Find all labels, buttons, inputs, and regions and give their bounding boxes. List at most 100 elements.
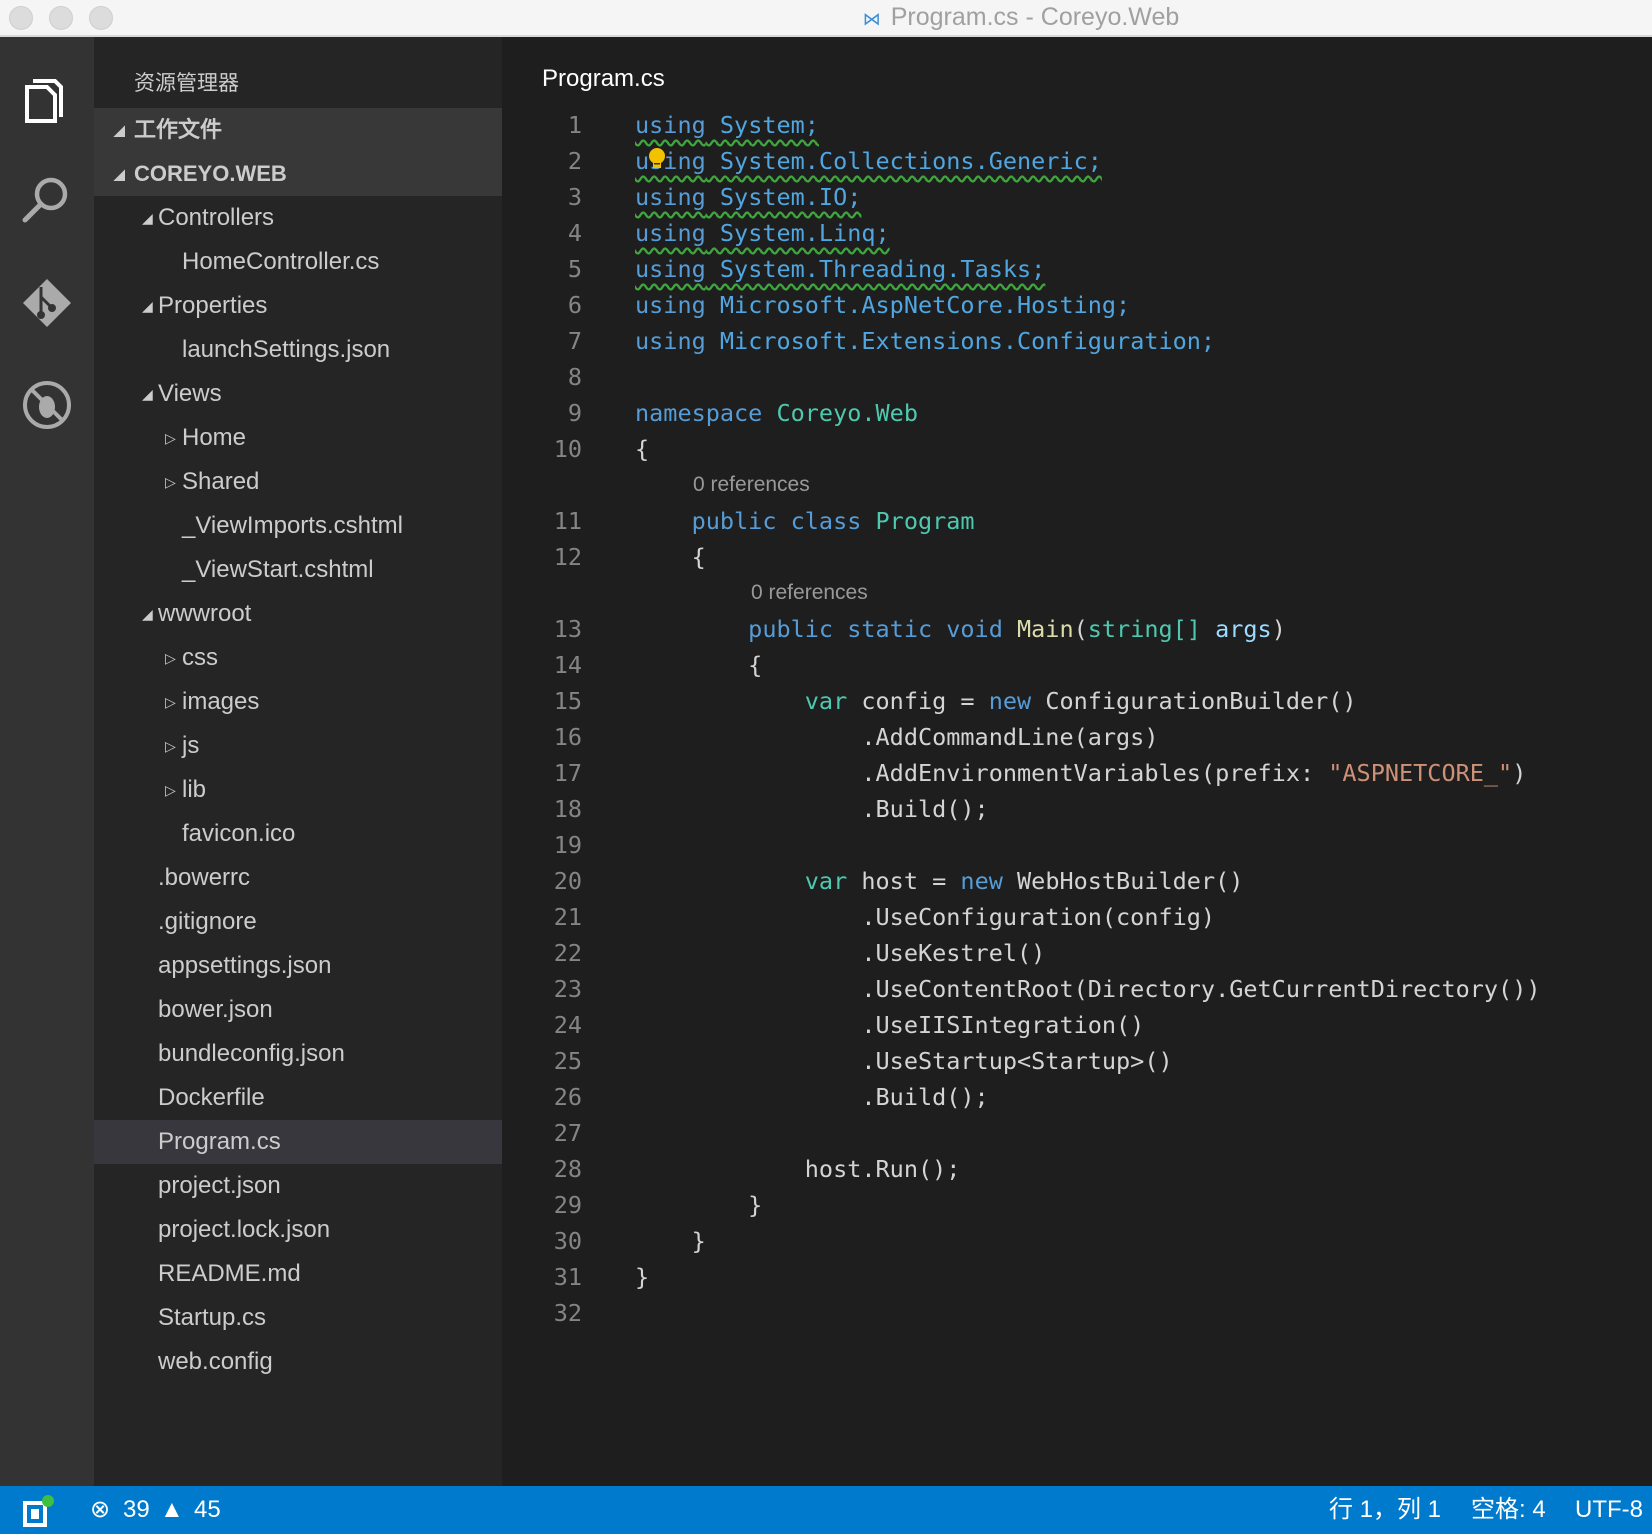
tree-item-label: Properties (158, 292, 268, 319)
git-icon[interactable] (17, 273, 77, 333)
code-line[interactable]: 7 using Microsoft.Extensions.Configuratio… (502, 323, 1652, 359)
chevron-down-icon[interactable]: ◢ (114, 108, 125, 152)
tree-item[interactable]: launchSettings.json (94, 328, 502, 372)
tree-item[interactable]: project.json (94, 1164, 502, 1208)
code-text: } (635, 1223, 706, 1259)
chevron-down-icon[interactable]: ◢ (142, 284, 153, 328)
tree-item[interactable]: bundleconfig.json (94, 1032, 502, 1076)
debug-icon[interactable] (17, 375, 77, 435)
tree-item[interactable]: appsettings.json (94, 944, 502, 988)
tree-item[interactable]: web.config (94, 1340, 502, 1384)
tree-item[interactable]: ◢ wwwroot (94, 592, 502, 636)
tree-item-label: _ViewStart.cshtml (182, 556, 374, 583)
tree-item[interactable]: Program.cs (94, 1120, 502, 1164)
tree-item[interactable]: ◢ COREYO.WEB (94, 152, 502, 196)
code-lens-references[interactable]: 0 references (751, 575, 868, 611)
tree-item[interactable]: ◢ Properties (94, 284, 502, 328)
code-lens-references[interactable]: 0 references (693, 467, 810, 503)
code-line[interactable]: 11 public class Program (502, 503, 1652, 539)
code-line[interactable]: 22 .UseKestrel() (502, 935, 1652, 971)
tree-item[interactable]: ▷ css (94, 636, 502, 680)
code-line[interactable]: 24 .UseIISIntegration() (502, 1007, 1652, 1043)
lightbulb-icon[interactable] (648, 147, 666, 171)
tree-item[interactable]: .bowerrc (94, 856, 502, 900)
code-text: } (635, 1259, 649, 1295)
chevron-right-icon[interactable]: ▷ (165, 460, 176, 504)
tree-item[interactable]: ▷ images (94, 680, 502, 724)
code-line[interactable]: 19 (502, 827, 1652, 863)
chevron-right-icon[interactable]: ▷ (165, 768, 176, 812)
code-line[interactable]: 21 .UseConfiguration(config) (502, 899, 1652, 935)
tree-item[interactable]: README.md (94, 1252, 502, 1296)
code-text: using System.Threading.Tasks; (635, 251, 1045, 287)
tree-item[interactable]: project.lock.json (94, 1208, 502, 1252)
chevron-down-icon[interactable]: ◢ (142, 196, 153, 240)
tree-item[interactable]: ◢ 工作文件 (94, 108, 502, 152)
code-line[interactable]: 9 namespace Coreyo.Web (502, 395, 1652, 431)
warning-icon[interactable]: ▲ (160, 1486, 184, 1534)
code-line[interactable]: 14 { (502, 647, 1652, 683)
tree-item[interactable]: ▷ Shared (94, 460, 502, 504)
editor[interactable]: Program.cs 1 using System; 2 using System.C… (502, 37, 1652, 1486)
tree-item[interactable]: HomeController.cs (94, 240, 502, 284)
warning-count[interactable]: 45 (194, 1486, 221, 1534)
tree-item[interactable]: ◢ Views (94, 372, 502, 416)
code-line[interactable]: 15 var config = new ConfigurationBuilder… (502, 683, 1652, 719)
search-icon[interactable] (17, 170, 77, 230)
tree-item[interactable]: _ViewStart.cshtml (94, 548, 502, 592)
code-line[interactable]: 31} (502, 1259, 1652, 1295)
code-line[interactable]: 3 using System.IO; (502, 179, 1652, 215)
chevron-right-icon[interactable]: ▷ (165, 416, 176, 460)
encoding[interactable]: UTF-8 (1575, 1486, 1643, 1534)
code-line[interactable]: 16 .AddCommandLine(args) (502, 719, 1652, 755)
code-line[interactable]: 12 { (502, 539, 1652, 575)
error-icon[interactable]: ⊗ (90, 1486, 110, 1534)
code-line[interactable]: 2 using System.Collections.Generic; (502, 143, 1652, 179)
tree-item[interactable]: ▷ js (94, 724, 502, 768)
tree-item[interactable]: ▷ lib (94, 768, 502, 812)
cursor-position[interactable]: 行 1，列 1 (1329, 1486, 1441, 1534)
chevron-right-icon[interactable]: ▷ (165, 680, 176, 724)
code-token: Main (1002, 615, 1074, 643)
code-line[interactable]: 4 using System.Linq; (502, 215, 1652, 251)
indentation[interactable]: 空格: 4 (1471, 1486, 1546, 1534)
code-line[interactable]: 30 } (502, 1223, 1652, 1259)
explorer-icon[interactable] (17, 69, 77, 129)
chevron-down-icon[interactable]: ◢ (114, 152, 125, 196)
code-line[interactable]: 25 .UseStartup<Startup>() (502, 1043, 1652, 1079)
tree-item[interactable]: Dockerfile (94, 1076, 502, 1120)
code-line[interactable]: 5 using System.Threading.Tasks; (502, 251, 1652, 287)
tree-item[interactable]: .gitignore (94, 900, 502, 944)
feedback-icon[interactable] (22, 1494, 56, 1528)
code-token: Microsoft.Extensions.Configuration; (705, 327, 1216, 355)
code-line[interactable]: 28 host.Run(); (502, 1151, 1652, 1187)
tree-item[interactable]: bower.json (94, 988, 502, 1032)
code-line[interactable]: 6 using Microsoft.AspNetCore.Hosting; (502, 287, 1652, 323)
code-line[interactable]: 23 .UseContentRoot(Directory.GetCurrentD… (502, 971, 1652, 1007)
chevron-right-icon[interactable]: ▷ (165, 724, 176, 768)
tree-item[interactable]: ▷ Home (94, 416, 502, 460)
tree-item[interactable]: ◢ Controllers (94, 196, 502, 240)
code-token: { (635, 651, 763, 679)
code-token: System.Threading.Tasks; (705, 255, 1046, 283)
tree-item-label: css (182, 644, 218, 671)
error-count[interactable]: 39 (123, 1486, 150, 1534)
code-line[interactable]: 26 .Build(); (502, 1079, 1652, 1115)
tree-item[interactable]: Startup.cs (94, 1296, 502, 1340)
editor-tab-title[interactable]: Program.cs (542, 65, 665, 93)
code-line[interactable]: 10 { (502, 431, 1652, 467)
chevron-down-icon[interactable]: ◢ (142, 372, 153, 416)
code-line[interactable]: 20 var host = new WebHostBuilder() (502, 863, 1652, 899)
tree-item[interactable]: _ViewImports.cshtml (94, 504, 502, 548)
code-line[interactable]: 1 using System; (502, 107, 1652, 143)
chevron-down-icon[interactable]: ◢ (142, 592, 153, 636)
chevron-right-icon[interactable]: ▷ (165, 636, 176, 680)
code-line[interactable]: 27 (502, 1115, 1652, 1151)
code-line[interactable]: 8 (502, 359, 1652, 395)
code-line[interactable]: 13 public static void Main(string[] args… (502, 611, 1652, 647)
code-line[interactable]: 32 (502, 1295, 1652, 1331)
tree-item[interactable]: favicon.ico (94, 812, 502, 856)
code-line[interactable]: 17 .AddEnvironmentVariables(prefix: "ASP… (502, 755, 1652, 791)
code-line[interactable]: 18 .Build(); (502, 791, 1652, 827)
code-line[interactable]: 29 } (502, 1187, 1652, 1223)
